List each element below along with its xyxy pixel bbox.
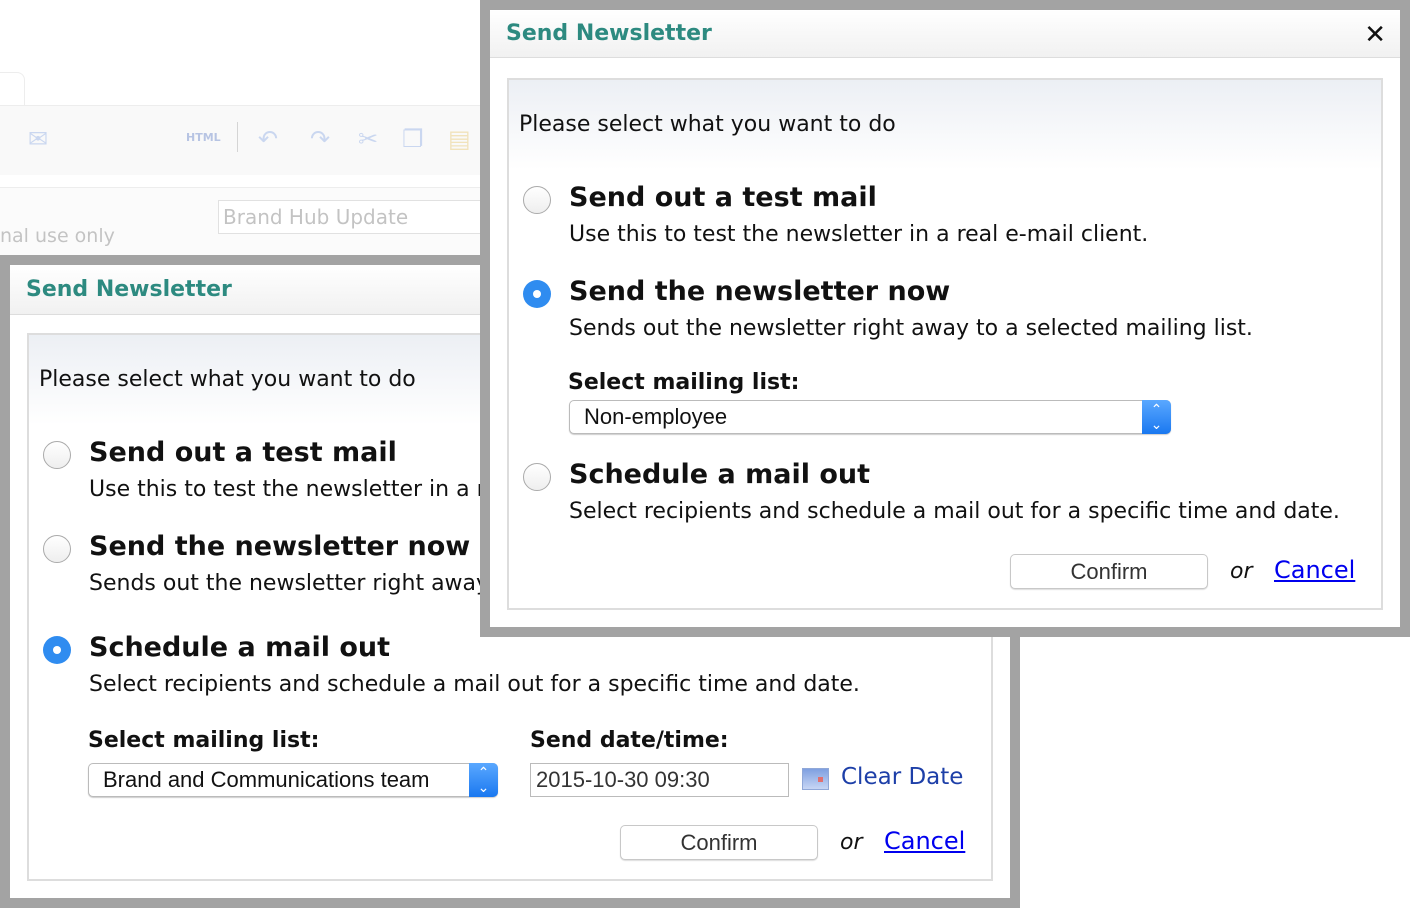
send-newsletter-dialog-front: Send Newsletter ✕ Please select what you… (490, 10, 1400, 627)
option-desc: Select recipients and schedule a mail ou… (569, 499, 1340, 524)
html-button: HTML (186, 131, 221, 144)
option-title: Send the newsletter now (89, 531, 471, 562)
toolbar-divider (237, 122, 238, 152)
email-icon: ✉ (28, 125, 49, 153)
dialog-front-frame: Send Newsletter ✕ Please select what you… (480, 0, 1410, 637)
option-title: Send the newsletter now (569, 276, 951, 307)
dialog-title: Send Newsletter (506, 21, 712, 46)
editor-tab (0, 72, 25, 107)
close-icon[interactable]: ✕ (1364, 20, 1386, 50)
dialog-title: Send Newsletter (26, 277, 232, 302)
undo-icon: ↶ (258, 125, 279, 153)
option-title: Schedule a mail out (569, 459, 871, 490)
prompt-text: Please select what you want to do (39, 367, 416, 392)
cancel-link[interactable]: Cancel (884, 827, 965, 855)
or-text: or (1230, 559, 1253, 584)
or-text: or (840, 830, 863, 855)
radio-send-now[interactable] (523, 280, 551, 308)
date-input[interactable]: 2015-10-30 09:30 (530, 763, 789, 797)
radio-send-now[interactable] (43, 535, 71, 563)
mailing-list-label: Select mailing list: (568, 370, 800, 395)
option-title: Schedule a mail out (89, 632, 391, 663)
prompt-text: Please select what you want to do (519, 112, 896, 137)
paste-icon: ▤ (448, 125, 471, 153)
subject-input: Brand Hub Update (218, 200, 488, 234)
dialog-titlebar: Send Newsletter ✕ (490, 10, 1400, 58)
radio-test-mail[interactable] (43, 441, 71, 469)
redo-icon: ↷ (310, 125, 331, 153)
cancel-link[interactable]: Cancel (1274, 556, 1355, 584)
date-label: Send date/time: (530, 728, 729, 753)
option-desc: Sends out the newsletter right away to a… (569, 316, 1253, 341)
select-arrows-icon: ⌃ ⌄ (469, 763, 498, 797)
option-desc: Use this to test the newsletter in a r (89, 477, 486, 502)
option-desc: Select recipients and schedule a mail ou… (89, 672, 860, 697)
calendar-icon[interactable] (802, 768, 829, 790)
radio-schedule[interactable] (523, 463, 551, 491)
clear-date-link[interactable]: Clear Date (841, 764, 963, 790)
confirm-button[interactable]: Confirm (1010, 554, 1208, 589)
option-desc: Use this to test the newsletter in a rea… (569, 222, 1149, 247)
dialog-panel: Please select what you want to do Send o… (507, 78, 1383, 610)
radio-schedule[interactable] (43, 636, 71, 664)
option-title: Send out a test mail (569, 182, 877, 213)
cut-icon: ✂ (358, 125, 379, 153)
copy-icon: ❐ (402, 125, 424, 153)
mailing-list-select[interactable]: Non-employee ⌃ ⌄ (569, 400, 1171, 434)
mailing-list-select[interactable]: Brand and Communications team ⌃ ⌄ (88, 763, 498, 797)
option-desc: Sends out the newsletter right away (89, 571, 490, 596)
radio-test-mail[interactable] (523, 186, 551, 214)
mailing-list-value: Brand and Communications team (103, 767, 430, 792)
option-title: Send out a test mail (89, 437, 397, 468)
select-arrows-icon: ⌃ ⌄ (1142, 400, 1171, 434)
mailing-list-value: Non-employee (584, 404, 728, 429)
background-editor: ✉ HTML ↶ ↷ ✂ ❐ ▤ nal use only Brand Hub … (0, 0, 488, 255)
internal-note: nal use only (0, 225, 115, 247)
confirm-button[interactable]: Confirm (620, 825, 818, 860)
mailing-list-label: Select mailing list: (88, 728, 320, 753)
